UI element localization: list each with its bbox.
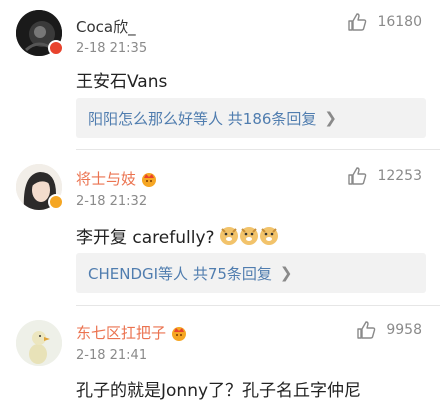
- thumbs-up-icon: [348, 167, 367, 185]
- comment-text: 李开复 carefully?: [76, 223, 279, 248]
- doge-emoji-icon: [219, 226, 278, 245]
- reply-summary-text: CHENDGI等人 共75条回复: [88, 264, 272, 283]
- timestamp: 2-18 21:32: [76, 194, 148, 209]
- avatar[interactable]: [16, 320, 62, 366]
- username-text: 东七区扛把子: [76, 324, 167, 342]
- thumbs-up-icon: [348, 13, 367, 31]
- chevron-right-icon: ❯: [324, 109, 337, 127]
- duck-avatar-icon: [16, 320, 62, 366]
- reply-summary-link[interactable]: CHENDGI等人 共75条回复 ❯: [76, 253, 426, 293]
- reply-summary-link[interactable]: 阳阳怎么那么好等人 共186条回复 ❯: [76, 98, 426, 138]
- like-count: 12253: [377, 168, 422, 184]
- comment-item: 东七区扛把子 2-18 21:41 9958 孔子的就是Jonny了？孔子名丘字…: [0, 306, 440, 405]
- timestamp: 2-18 21:41: [76, 348, 148, 363]
- vip-crown-icon: [172, 326, 187, 341]
- verified-badge-icon: [48, 194, 64, 210]
- like-button[interactable]: 9958: [356, 320, 422, 340]
- like-button[interactable]: 12253: [347, 166, 422, 186]
- comment-item: Coca欣_ 2-18 21:35 16180 王安石Vans 阳阳怎么那么好等…: [0, 0, 440, 150]
- comment-text: 王安石Vans: [76, 72, 168, 92]
- comment-text-content: 李开复 carefully?: [76, 228, 215, 248]
- like-count: 16180: [377, 14, 422, 30]
- timestamp: 2-18 21:35: [76, 41, 148, 56]
- verified-badge-icon: [48, 40, 64, 56]
- username-text: 将士与妓: [76, 170, 137, 188]
- chevron-right-icon: ❯: [279, 264, 293, 282]
- username[interactable]: 东七区扛把子: [76, 322, 188, 343]
- username[interactable]: 将士与妓: [76, 168, 158, 189]
- comment-item: 将士与妓 2-18 21:32 12253 李开复 carefully? CHE…: [0, 150, 440, 306]
- comment-text: 孔子的就是Jonny了？孔子名丘字仲尼: [76, 381, 362, 401]
- like-button[interactable]: 16180: [347, 12, 422, 32]
- reply-summary-text: 阳阳怎么那么好等人 共186条回复: [88, 109, 317, 128]
- username[interactable]: Coca欣_: [76, 16, 136, 37]
- thumbs-up-icon: [357, 321, 376, 339]
- vip-crown-icon: [142, 172, 157, 187]
- like-count: 9958: [386, 322, 422, 338]
